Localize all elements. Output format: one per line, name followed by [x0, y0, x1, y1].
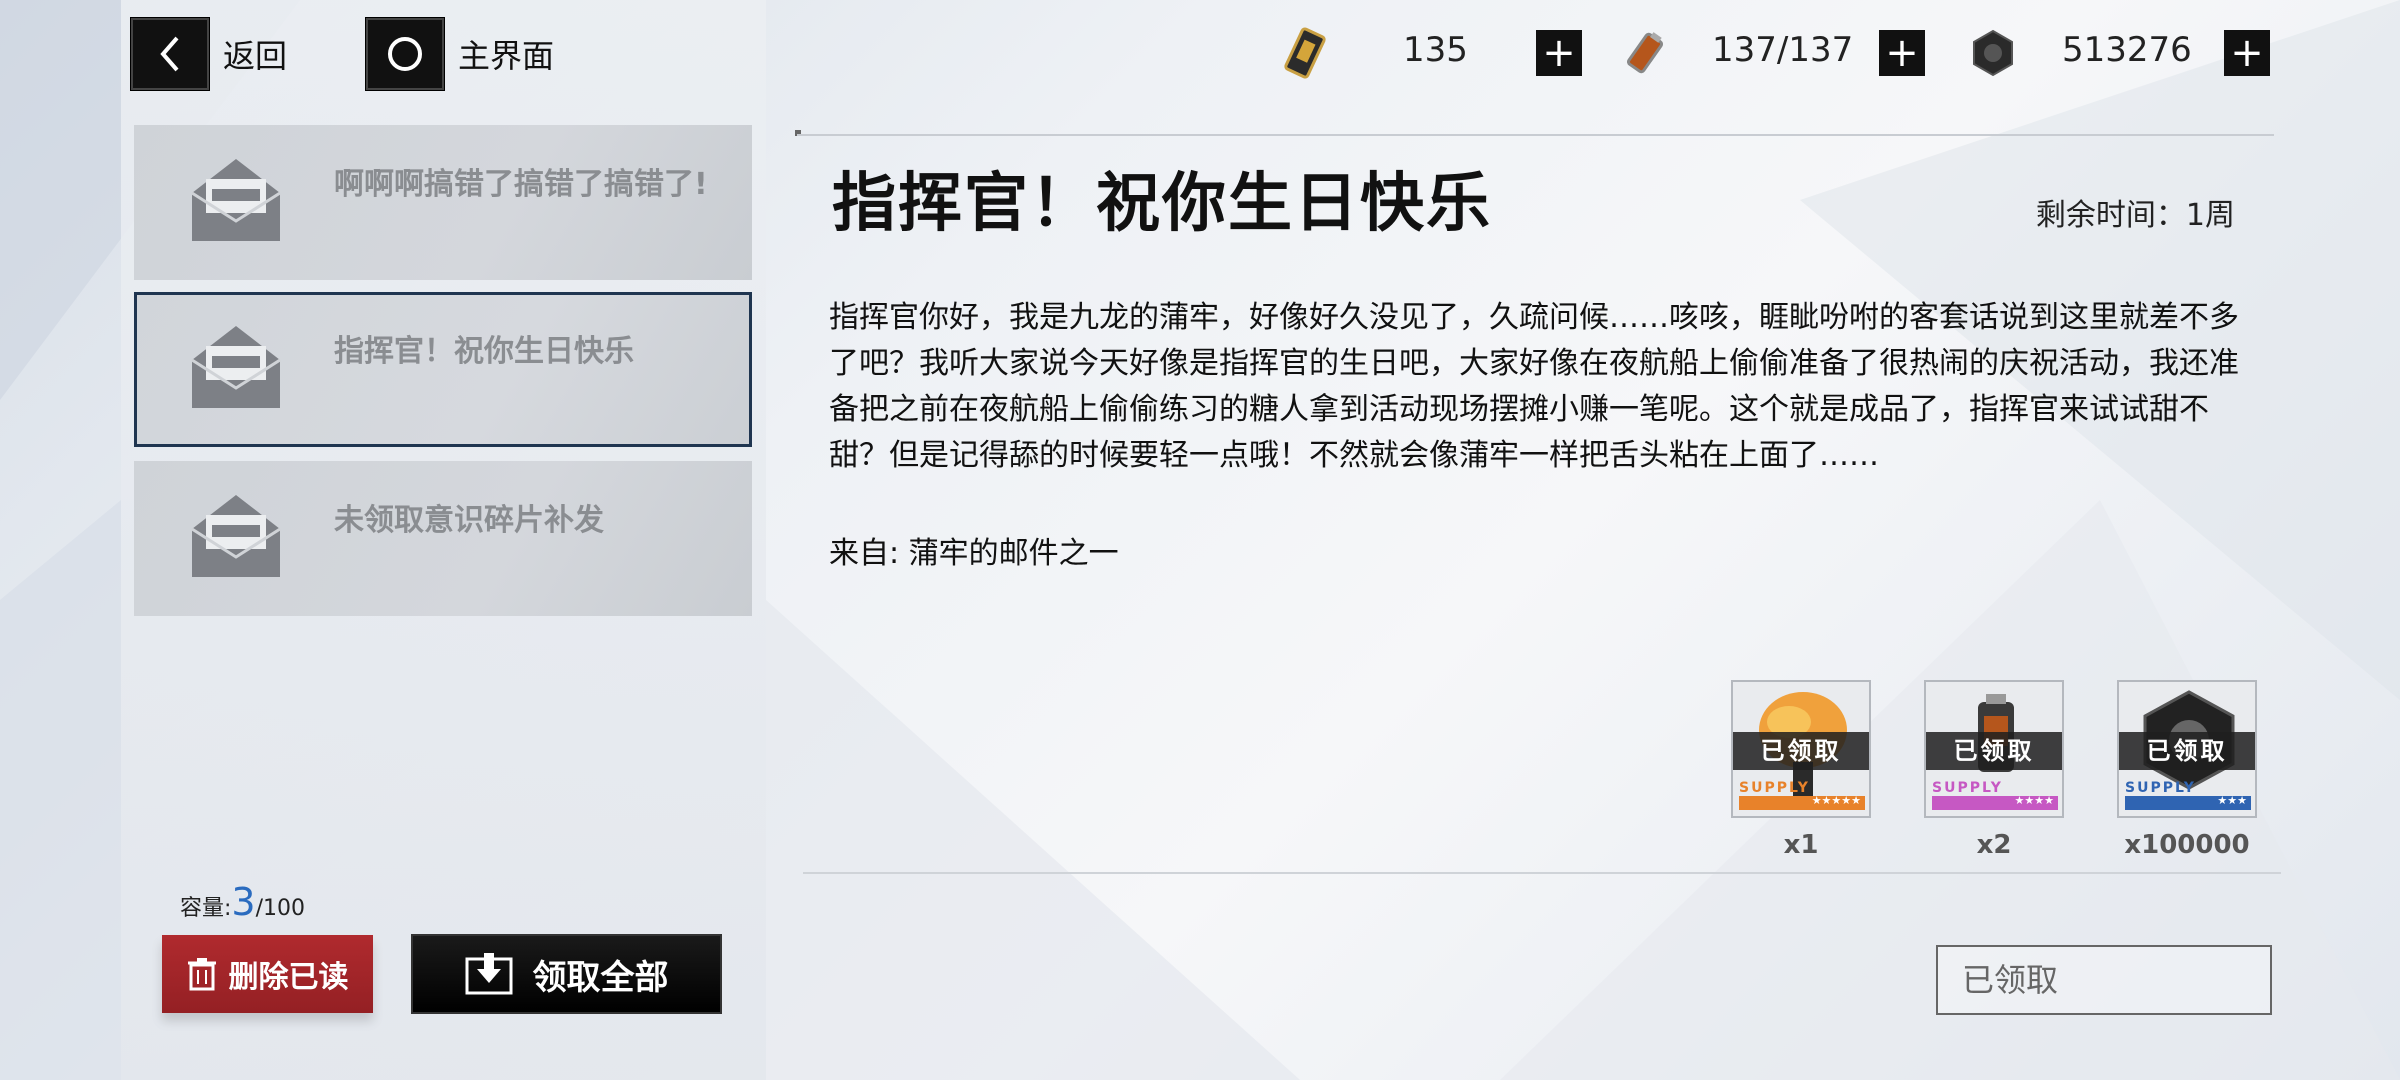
- battery-value: 137/137: [1712, 30, 1854, 70]
- mail-item-title: 啊啊啊搞错了搞错了搞错了!: [334, 167, 708, 202]
- claimed-tag: 已领取: [2119, 732, 2255, 770]
- stamina-value: 135: [1403, 30, 1468, 70]
- rarity-stars: ★★★: [2217, 794, 2247, 807]
- add-gold-button[interactable]: +: [2224, 30, 2270, 76]
- claimed-button[interactable]: 已领取: [1936, 945, 2272, 1015]
- home-button[interactable]: 主界面: [366, 18, 554, 90]
- reward-quantity: x1: [1783, 830, 1819, 860]
- add-stamina-button[interactable]: +: [1536, 30, 1582, 76]
- back-button[interactable]: 返回: [131, 18, 287, 90]
- claim-all-button[interactable]: 领取全部: [411, 934, 722, 1014]
- content-divider-bottom: [803, 872, 2281, 874]
- supply-label: SUPPLY: [2125, 780, 2196, 796]
- chevron-left-icon: [131, 18, 209, 90]
- mail-list-item[interactable]: 未领取意识碎片补发: [134, 461, 752, 616]
- mail-capacity: 容量:3/100: [180, 880, 305, 924]
- mail-heading: 指挥官！祝你生日快乐: [832, 167, 1492, 241]
- reward-item[interactable]: 已领取 SUPPLY ★★★★★: [1731, 680, 1871, 818]
- claimed-tag: 已领取: [1733, 732, 1869, 770]
- battery-icon: [1626, 32, 1664, 74]
- reward-item[interactable]: 已领取 SUPPLY ★★★★: [1924, 680, 2064, 818]
- rarity-stars: ★★★★: [2014, 794, 2054, 807]
- open-envelope-icon: [191, 159, 281, 241]
- capacity-max: /100: [255, 896, 306, 921]
- remaining-time: 剩余时间：1周: [2035, 198, 2235, 233]
- capacity-current: 3: [231, 880, 256, 924]
- claimed-tag: 已领取: [1926, 732, 2062, 770]
- gold-value: 513276: [2062, 30, 2192, 70]
- circle-home-icon: [366, 18, 444, 90]
- supply-label: SUPPLY: [1932, 780, 2003, 796]
- rarity-stars: ★★★★★: [1811, 794, 1861, 807]
- mail-list-item[interactable]: 啊啊啊搞错了搞错了搞错了!: [134, 125, 752, 280]
- trash-icon: [187, 958, 216, 991]
- claim-all-label: 领取全部: [532, 957, 669, 998]
- resource-gold: 513276: [1966, 22, 2226, 84]
- reward-quantity: x100000: [2124, 830, 2250, 860]
- resource-stamina: 135: [1275, 22, 1515, 84]
- mail-body: 指挥官你好，我是九龙的蒲牢，好像好久没见了，久疏问候……咳咳，睚眦吩咐的客套话说…: [829, 300, 2239, 473]
- reward-quantity: x2: [1976, 830, 2012, 860]
- gear-nut-icon: [1973, 29, 2013, 77]
- mail-item-title: 未领取意识碎片补发: [334, 503, 604, 538]
- download-icon: [465, 953, 512, 995]
- content-divider-top: [797, 134, 2274, 136]
- delete-read-label: 删除已读: [228, 960, 349, 995]
- stamina-card-icon: [1284, 27, 1326, 79]
- mail-list-item-selected[interactable]: 指挥官！祝你生日快乐: [134, 292, 752, 447]
- back-label: 返回: [223, 37, 288, 75]
- supply-label: SUPPLY: [1739, 780, 1810, 796]
- resource-battery: 137/137: [1618, 22, 1878, 84]
- home-label: 主界面: [458, 37, 555, 75]
- mail-sender: 来自: 蒲牢的邮件之一: [829, 536, 1119, 571]
- open-envelope-icon: [191, 495, 281, 577]
- capacity-label: 容量:: [180, 896, 232, 921]
- open-envelope-icon: [191, 326, 281, 408]
- add-battery-button[interactable]: +: [1879, 30, 1925, 76]
- mail-item-title: 指挥官！祝你生日快乐: [334, 334, 634, 369]
- delete-read-button[interactable]: 删除已读: [162, 935, 373, 1013]
- reward-item[interactable]: 已领取 SUPPLY ★★★: [2117, 680, 2257, 818]
